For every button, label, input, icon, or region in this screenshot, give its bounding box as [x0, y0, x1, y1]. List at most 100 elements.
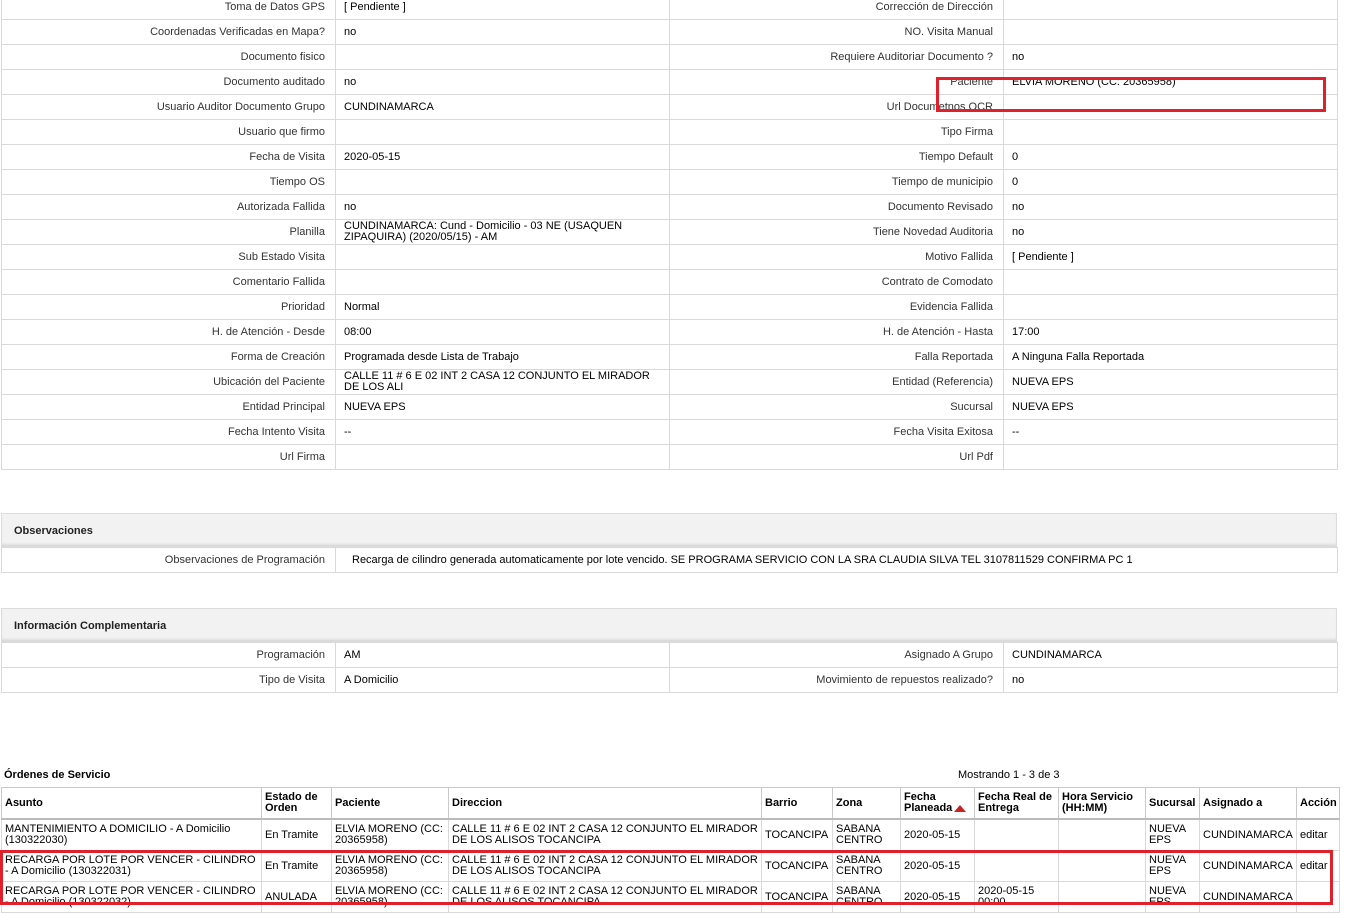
detail-row: Ubicación del Paciente CALLE 11 # 6 E 02 …: [1, 369, 1338, 395]
column-header-paciente[interactable]: Paciente: [331, 787, 449, 820]
order-cell-sucursal: NUEVA EPS: [1145, 881, 1200, 913]
info-complementaria-section: Información Complementaria Programación A…: [1, 608, 1338, 693]
detail-row: Planilla CUNDINAMARCA: Cund - Domicilio -…: [1, 219, 1338, 245]
detail-row: Programación AM Asignado A Grupo CUNDINAMAR…: [1, 642, 1338, 668]
evidencia-fallida-label: Evidencia Fallida: [669, 294, 1004, 320]
observaciones-title: Observaciones: [1, 513, 1337, 547]
movimiento-de-repuestos-realizado-value: no: [1003, 667, 1338, 693]
detail-row: Usuario que firmo Tipo Firma: [1, 119, 1338, 145]
order-cell-sucursal: NUEVA EPS: [1145, 850, 1200, 882]
order-cell-asignado-a: CUNDINAMARCA: [1199, 818, 1297, 851]
autorizada-fallida-value: no: [335, 194, 670, 220]
url-pdf-label: Url Pdf: [669, 444, 1004, 470]
entidad-referencia-value: NUEVA EPS: [1003, 369, 1338, 395]
order-cell-accion: editar: [1296, 850, 1340, 882]
column-header-label: Hora Servicio (HH:MM): [1062, 791, 1133, 814]
prioridad-value: Normal: [335, 294, 670, 320]
order-row: MANTENIMIENTO A DOMICILIO - A Domicilio …: [1, 818, 1340, 851]
fecha-intento-visita-label: Fecha Intento Visita: [1, 419, 336, 445]
column-header-label: Barrio: [765, 796, 798, 809]
detail-row: Entidad Principal NUEVA EPS Sucursal NUEVA …: [1, 394, 1338, 420]
h-de-atencion-desde-value: 08:00: [335, 319, 670, 345]
edit-order-link[interactable]: editar: [1300, 829, 1328, 841]
tiene-novedad-auditoria-label: Tiene Novedad Auditoria: [669, 219, 1004, 245]
column-header-asignado-a[interactable]: Asignado a: [1199, 787, 1297, 820]
toma-de-datos-gps-label: Toma de Datos GPS: [1, 0, 336, 20]
falla-reportada-label: Falla Reportada: [669, 344, 1004, 370]
order-cell-fecha-real-de-entrega: [974, 850, 1059, 882]
coordenadas-verificadas-en-mapa-value: no: [335, 19, 670, 45]
contrato-de-comodato-value: [1003, 269, 1338, 295]
fecha-visita-exitosa-label: Fecha Visita Exitosa: [669, 419, 1004, 445]
documento-auditado-label: Documento auditado: [1, 69, 336, 95]
order-cell-estado-de-orden: En Tramite: [261, 818, 332, 851]
column-header-estado-de-orden[interactable]: Estado de Orden: [261, 787, 332, 820]
column-header-label: Acción: [1300, 796, 1337, 809]
column-header-zona[interactable]: Zona: [832, 787, 901, 820]
detail-row: Tipo de Visita A Domicilio Movimiento de r…: [1, 667, 1338, 693]
column-header-label: Estado de Orden: [265, 791, 318, 814]
order-cell-zona: SABANA CENTRO: [832, 850, 901, 882]
column-header-label: Paciente: [335, 796, 381, 809]
column-header-fecha-planeada[interactable]: Fecha Planeada: [900, 787, 975, 820]
column-header-accion[interactable]: Acción: [1296, 787, 1340, 820]
paciente-value: ELVIA MORENO (CC: 20365958): [1003, 69, 1338, 95]
correccion-de-direccion-label: Corrección de Dirección: [669, 0, 1004, 20]
column-header-label: Direccion: [452, 796, 503, 809]
sort-ascending-icon[interactable]: [954, 804, 967, 812]
order-cell-direccion: CALLE 11 # 6 E 02 INT 2 CASA 12 CONJUNTO…: [448, 850, 762, 882]
column-header-direccion[interactable]: Direccion: [448, 787, 762, 820]
order-cell-zona: SABANA CENTRO: [832, 818, 901, 851]
url-documetnos-ocr-value: [1003, 94, 1338, 120]
tipo-de-visita-label: Tipo de Visita: [1, 667, 336, 693]
detail-row: Coordenadas Verificadas en Mapa? no NO. Vi…: [1, 19, 1338, 45]
h-de-atencion-hasta-value: 17:00: [1003, 319, 1338, 345]
detail-row: Url Firma Url Pdf: [1, 444, 1338, 470]
detail-row: Documento fisico Requiere Auditoriar Docu…: [1, 44, 1338, 70]
order-cell-hora-servicio-hh-mm: [1058, 850, 1146, 882]
requiere-auditoriar-documento-label: Requiere Auditoriar Documento ?: [669, 44, 1004, 70]
edit-order-link[interactable]: editar: [1300, 860, 1328, 872]
info-complementaria-title: Información Complementaria: [1, 608, 1337, 642]
correccion-de-direccion-value: [1003, 0, 1338, 20]
order-cell-barrio: TOCANCIPA: [761, 818, 833, 851]
detail-row: Usuario Auditor Documento Grupo CUNDINAMA…: [1, 94, 1338, 120]
autorizada-fallida-label: Autorizada Fallida: [1, 194, 336, 220]
column-header-asunto[interactable]: Asunto: [1, 787, 262, 820]
entidad-referencia-label: Entidad (Referencia): [669, 369, 1004, 395]
detail-row: Fecha Intento Visita -- Fecha Visita Exito…: [1, 419, 1338, 445]
order-cell-fecha-planeada: 2020-05-15: [900, 818, 975, 851]
column-header-sucursal[interactable]: Sucursal: [1145, 787, 1200, 820]
motivo-fallida-value: [ Pendiente ]: [1003, 244, 1338, 270]
column-header-hora-servicio-hh-mm[interactable]: Hora Servicio (HH:MM): [1058, 787, 1146, 820]
evidencia-fallida-value: [1003, 294, 1338, 320]
usuario-que-firmo-label: Usuario que firmo: [1, 119, 336, 145]
entidad-principal-value: NUEVA EPS: [335, 394, 670, 420]
movimiento-de-repuestos-realizado-label: Movimiento de repuestos realizado?: [669, 667, 1004, 693]
sub-estado-visita-value: [335, 244, 670, 270]
tiempo-default-value: 0: [1003, 144, 1338, 170]
falla-reportada-value: A Ninguna Falla Reportada: [1003, 344, 1338, 370]
order-cell-hora-servicio-hh-mm: [1058, 818, 1146, 851]
orders-count: Mostrando 1 - 3 de 3: [958, 769, 1060, 781]
planilla-label: Planilla: [1, 219, 336, 245]
column-header-label: Fecha Real de Entrega: [978, 791, 1052, 814]
column-header-barrio[interactable]: Barrio: [761, 787, 833, 820]
fecha-de-visita-value: 2020-05-15: [335, 144, 670, 170]
order-cell-estado-de-orden: En Tramite: [261, 850, 332, 882]
detail-row: Toma de Datos GPS[ Pendiente ] Corrección…: [1, 0, 1338, 20]
forma-de-creacion-value: Programada desde Lista de Trabajo: [335, 344, 670, 370]
column-header-fecha-real-de-entrega[interactable]: Fecha Real de Entrega: [974, 787, 1059, 820]
observaciones-label: Observaciones de Programación: [1, 547, 336, 573]
sucursal-value: NUEVA EPS: [1003, 394, 1338, 420]
order-cell-barrio: TOCANCIPA: [761, 850, 833, 882]
order-cell-barrio: TOCANCIPA: [761, 881, 833, 913]
detail-row: Forma de Creación Programada desde Lista …: [1, 344, 1338, 370]
fecha-visita-exitosa-value: --: [1003, 419, 1338, 445]
order-cell-paciente: ELVIA MORENO (CC: 20365958): [331, 818, 449, 851]
fecha-intento-visita-value: --: [335, 419, 670, 445]
toma-de-datos-gps-value: [ Pendiente ]: [335, 0, 670, 20]
orders-table: Asunto Estado de Orden Paciente Direccion Ba…: [1, 787, 1340, 913]
detail-row: Tiempo OS Tiempo de municipio 0: [1, 169, 1338, 195]
visit-details-table: Toma de Datos GPS[ Pendiente ] Corrección…: [1, 0, 1338, 470]
